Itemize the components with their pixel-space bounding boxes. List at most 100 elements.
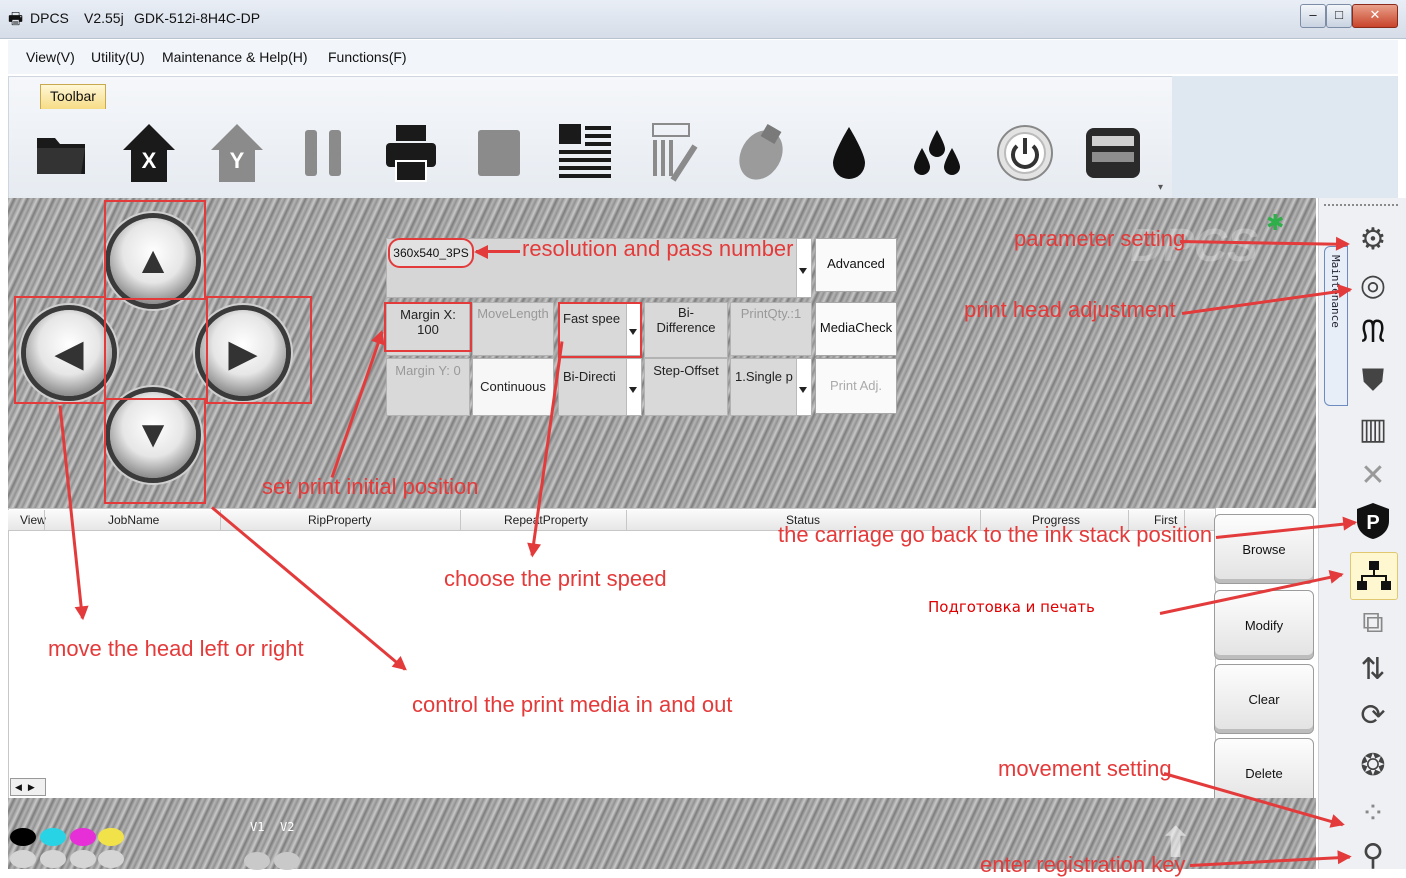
stop-icon[interactable] bbox=[464, 118, 534, 188]
col-divider bbox=[626, 510, 627, 530]
toolbar-tab[interactable]: Toolbar bbox=[40, 84, 106, 109]
pause-icon[interactable] bbox=[288, 118, 358, 188]
ink-drop-icon[interactable] bbox=[814, 118, 884, 188]
annotation-carriage-back: the carriage go back to the ink stack po… bbox=[778, 522, 1213, 547]
move-length-field[interactable]: MoveLength bbox=[472, 302, 554, 356]
app-name: DPCS bbox=[30, 10, 69, 26]
clean-icon[interactable] bbox=[726, 118, 796, 188]
arrow-resolution bbox=[476, 250, 520, 253]
menu-bar: View(V) Utility(U) Maintenance & Help(H)… bbox=[8, 40, 1398, 74]
print-list-icon[interactable] bbox=[550, 118, 620, 188]
v1-label: V1 bbox=[250, 820, 265, 834]
ink-cup-yellow bbox=[98, 828, 124, 846]
annotation-resolution: resolution and pass number bbox=[522, 236, 794, 261]
highlight-left bbox=[14, 296, 106, 404]
search-icon[interactable]: ⚲ bbox=[1350, 832, 1396, 878]
scroll-right-icon[interactable]: ▶ bbox=[28, 782, 35, 792]
toolbar-overflow-icon[interactable]: ▾ bbox=[1158, 182, 1163, 193]
printer-model: GDK-512i-8H4C-DP bbox=[134, 10, 261, 26]
logo-star-icon: ✱ bbox=[1266, 210, 1285, 235]
browse-button[interactable]: Browse bbox=[1214, 514, 1314, 584]
annotation-head-adjust: print head adjustment bbox=[964, 297, 1176, 322]
menu-maintenance-help[interactable]: Maintenance & Help(H) bbox=[162, 49, 308, 65]
app-printer-icon: 🖶 bbox=[8, 11, 24, 28]
margin-y-field[interactable]: Margin Y: 0 bbox=[386, 358, 470, 416]
printer-icon[interactable] bbox=[376, 118, 446, 188]
adjust-icon[interactable]: ▥ bbox=[1350, 406, 1396, 452]
valve-cup bbox=[244, 852, 270, 870]
highlight-margin-x bbox=[384, 302, 472, 352]
ink-cup-empty bbox=[40, 850, 66, 868]
clear-button[interactable]: Clear bbox=[1214, 664, 1314, 734]
movement-gear-icon[interactable]: ❂ bbox=[1350, 742, 1396, 788]
minimize-button[interactable]: – bbox=[1300, 4, 1326, 28]
maintenance-tab[interactable]: Maintenance bbox=[1324, 246, 1348, 406]
horizontal-scrollbar[interactable]: ◀ ▶ bbox=[10, 778, 46, 796]
tools-icon[interactable]: ✕ bbox=[1350, 452, 1396, 498]
ink-cup-empty bbox=[98, 850, 124, 868]
folder-icon[interactable] bbox=[26, 118, 96, 188]
annotation-prepare-print: Подготовка и печать bbox=[928, 598, 1095, 616]
media-check-button[interactable]: MediaCheck bbox=[815, 302, 897, 356]
ink-cup-black bbox=[10, 828, 36, 846]
refresh-icon[interactable]: ⟳ bbox=[1350, 692, 1396, 738]
col-jobname[interactable]: JobName bbox=[108, 513, 159, 527]
menu-utility[interactable]: Utility(U) bbox=[91, 49, 145, 65]
strip-grip bbox=[1324, 204, 1398, 206]
annotation-print-speed: choose the print speed bbox=[444, 566, 667, 591]
step-offset-button[interactable]: Step-Offset bbox=[644, 358, 728, 416]
print-adjust-button[interactable]: Print Adj. bbox=[815, 358, 897, 414]
direction-select[interactable]: Bi-Directi bbox=[558, 358, 642, 416]
highlight-right bbox=[206, 296, 312, 404]
annotation-head-move: move the head left or right bbox=[48, 636, 304, 661]
scroll-left-icon[interactable]: ◀ bbox=[15, 782, 22, 792]
panel-icon[interactable] bbox=[1078, 118, 1148, 188]
menu-view[interactable]: View(V) bbox=[26, 49, 75, 65]
target-icon[interactable]: ◎ bbox=[1350, 262, 1396, 308]
v2-label: V2 bbox=[280, 820, 295, 834]
svg-text:X: X bbox=[142, 148, 157, 173]
maximize-button[interactable]: □ bbox=[1326, 4, 1352, 28]
annotation-parameter: parameter setting bbox=[1014, 226, 1186, 251]
annotation-media: control the print media in and out bbox=[412, 692, 733, 717]
advanced-button[interactable]: Advanced bbox=[815, 238, 897, 292]
pass-mode-value: 1.Single p bbox=[735, 369, 793, 384]
annotation-registration: enter registration key bbox=[980, 852, 1186, 877]
network-icon[interactable] bbox=[1350, 552, 1398, 600]
ink-cup-empty bbox=[70, 850, 96, 868]
power-icon[interactable] bbox=[990, 118, 1060, 188]
gear-icon[interactable]: ⚙ bbox=[1350, 216, 1396, 262]
col-view[interactable]: View bbox=[20, 513, 46, 527]
col-repeatproperty[interactable]: RepeatProperty bbox=[504, 513, 588, 527]
continuous-button[interactable]: Continuous bbox=[472, 358, 554, 416]
col-divider bbox=[460, 510, 461, 530]
ink-cup-cyan bbox=[40, 828, 66, 846]
shield-icon[interactable]: ⛊ bbox=[1350, 358, 1396, 404]
annotation-movement: movement setting bbox=[998, 756, 1172, 781]
menu-functions[interactable]: Functions(F) bbox=[328, 49, 407, 65]
bi-difference-button[interactable]: Bi- Difference bbox=[644, 302, 728, 358]
carriage-icon[interactable]: ᙏ bbox=[1350, 310, 1396, 356]
pass-mode-select[interactable]: 1.Single p bbox=[730, 358, 812, 416]
col-divider bbox=[44, 510, 45, 530]
svg-text:P: P bbox=[1366, 512, 1379, 534]
highlight-speed bbox=[558, 302, 642, 358]
print-qty-field[interactable]: PrintQty.:1 bbox=[730, 302, 812, 356]
valve-cup bbox=[274, 852, 300, 870]
highlight-down bbox=[104, 398, 206, 504]
ink-drops-icon[interactable] bbox=[902, 118, 972, 188]
home-y-icon[interactable]: Y bbox=[202, 118, 272, 188]
app-version: V2.55j bbox=[84, 10, 124, 26]
modify-button[interactable]: Modify bbox=[1214, 590, 1314, 660]
highlight-up bbox=[104, 200, 206, 300]
layers-icon[interactable]: ⧉ bbox=[1350, 600, 1396, 646]
print-check-icon[interactable] bbox=[638, 118, 708, 188]
heads-icon[interactable]: ⁘ bbox=[1350, 790, 1396, 836]
home-x-icon[interactable]: X bbox=[114, 118, 184, 188]
swap-icon[interactable]: ⇅ bbox=[1350, 646, 1396, 692]
close-button[interactable]: ✕ bbox=[1352, 4, 1398, 28]
direction-value: Bi-Directi bbox=[563, 369, 616, 384]
col-ripproperty[interactable]: RipProperty bbox=[308, 513, 371, 527]
annotation-initial-position: set print initial position bbox=[262, 474, 479, 499]
resolution-value: 360x540_3PS bbox=[388, 238, 474, 268]
